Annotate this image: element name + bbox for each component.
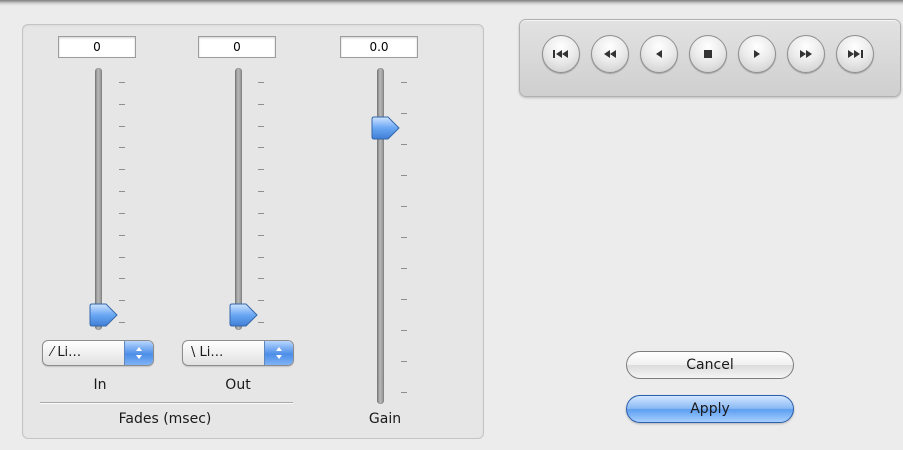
window-top-border (0, 0, 903, 6)
slider-tick (119, 213, 125, 214)
slider-tick (401, 330, 407, 331)
slider-tick (258, 257, 264, 258)
fades-group-label: Fades (msec) (118, 411, 212, 427)
transport-bar (519, 19, 901, 97)
gain-value-field[interactable] (340, 36, 418, 58)
slider-tick (401, 237, 407, 238)
slider-tick (401, 361, 407, 362)
skip-to-start-icon (553, 50, 568, 58)
slider-tick (258, 191, 264, 192)
step-back-icon (656, 50, 662, 58)
fade-in-slider-track[interactable] (95, 68, 102, 330)
fade-in-value-field[interactable] (58, 36, 136, 58)
slider-tick (258, 235, 264, 236)
gain-slider-ticks (401, 82, 409, 393)
slider-tick (258, 104, 264, 105)
slider-tick (119, 322, 125, 323)
slider-tick (401, 113, 407, 114)
fast-forward-icon (800, 50, 812, 58)
slider-tick (119, 300, 125, 301)
apply-button[interactable]: Apply (626, 395, 794, 423)
fade-out-curve-popup[interactable]: \ Li… (182, 340, 294, 366)
slider-tick (401, 299, 407, 300)
slider-tick (258, 82, 264, 83)
fade-in-label: In (93, 377, 107, 393)
cancel-button-label: Cancel (686, 357, 734, 373)
slider-tick (258, 322, 264, 323)
slider-tick (119, 257, 125, 258)
fade-out-curve-label: Li… (199, 345, 224, 360)
slider-tick (258, 278, 264, 279)
slider-tick (401, 268, 407, 269)
fast-forward-button[interactable] (787, 35, 825, 73)
fade-out-slider-track[interactable] (235, 68, 242, 330)
skip-to-end-icon (848, 50, 863, 58)
slider-tick (119, 104, 125, 105)
slider-tick (119, 147, 125, 148)
slider-tick (401, 144, 407, 145)
slider-tick (119, 191, 125, 192)
fade-in-curve-popup[interactable]: ⁄ Li… (42, 340, 154, 366)
play-icon (754, 50, 760, 58)
rewind-button[interactable] (591, 35, 629, 73)
slider-tick (401, 82, 407, 83)
cancel-button[interactable]: Cancel (626, 351, 794, 379)
fade-in-curve-icon: ⁄ (51, 345, 54, 360)
slider-tick (119, 169, 125, 170)
slider-tick (119, 235, 125, 236)
fade-out-label: Out (225, 377, 251, 393)
slider-tick (401, 206, 407, 207)
slider-tick (258, 126, 264, 127)
stop-button[interactable] (689, 35, 727, 73)
slider-tick (258, 147, 264, 148)
skip-to-start-button[interactable] (542, 35, 580, 73)
fade-in-slider-thumb[interactable] (88, 303, 118, 327)
apply-button-label: Apply (690, 401, 730, 417)
fade-out-curve-icon: \ (191, 345, 196, 360)
fade-in-slider-ticks (119, 82, 127, 323)
slider-tick (401, 392, 407, 393)
step-back-button[interactable] (640, 35, 678, 73)
fade-in-popup-arrows-icon (124, 341, 153, 365)
slider-tick (258, 169, 264, 170)
stop-icon (704, 50, 712, 58)
rewind-icon (604, 50, 616, 58)
play-button[interactable] (738, 35, 776, 73)
fade-out-value-field[interactable] (198, 36, 276, 58)
fade-in-curve-label: Li… (57, 345, 82, 360)
skip-to-end-button[interactable] (836, 35, 874, 73)
fade-out-popup-arrows-icon (264, 341, 293, 365)
gain-label: Gain (368, 411, 402, 427)
slider-tick (119, 278, 125, 279)
slider-tick (401, 175, 407, 176)
slider-tick (119, 126, 125, 127)
slider-tick (258, 300, 264, 301)
slider-tick (258, 213, 264, 214)
fade-out-slider-thumb[interactable] (228, 303, 258, 327)
gain-slider-thumb[interactable] (370, 116, 400, 140)
slider-tick (119, 82, 125, 83)
fade-out-slider-ticks (258, 82, 266, 323)
fades-group-divider (40, 402, 293, 403)
